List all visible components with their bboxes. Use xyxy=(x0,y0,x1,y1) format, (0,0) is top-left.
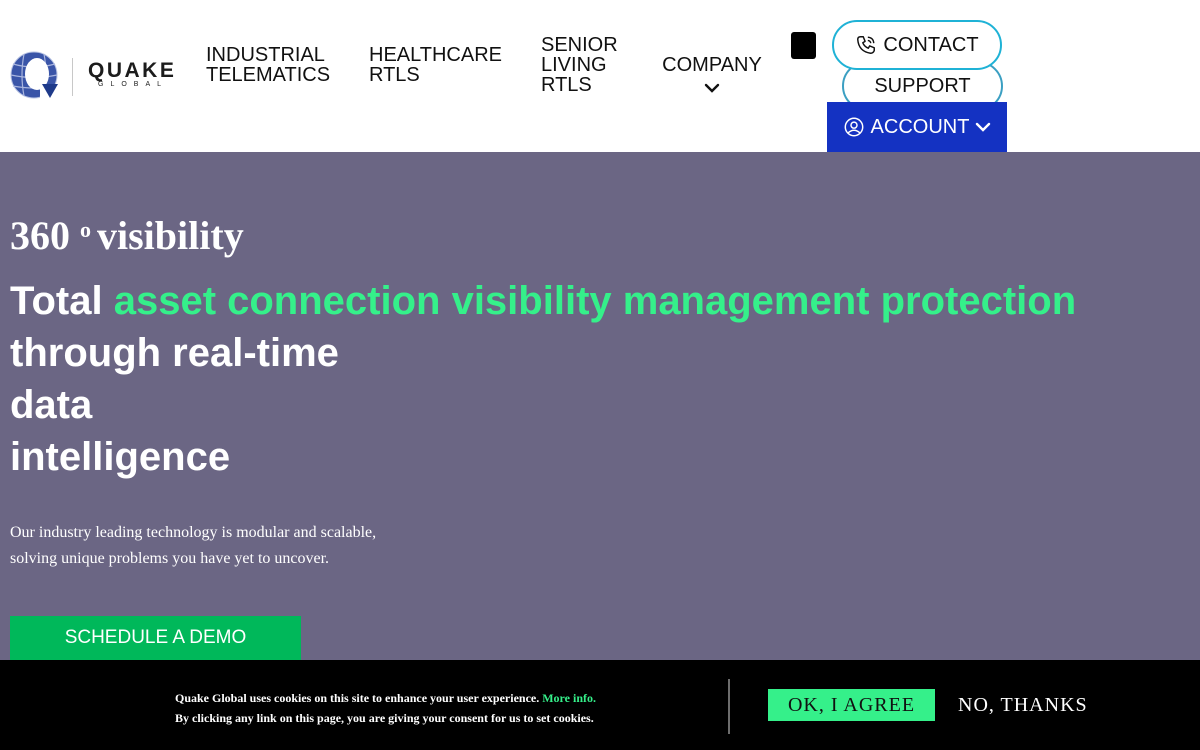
cookie-line-2: By clicking any link on this page, you a… xyxy=(175,711,594,725)
nav-label-line: TELEMATICS xyxy=(206,64,331,86)
nav-company[interactable]: COMPANY xyxy=(662,55,762,95)
nav-label-line: HEALTHCARE xyxy=(369,44,502,66)
nav-label-line: COMPANY xyxy=(662,54,762,76)
brand-name: QUAKE xyxy=(88,59,177,82)
nav-healthcare-rtls[interactable]: HEALTHCARE RTLS xyxy=(369,45,502,85)
nav-label-line: LIVING xyxy=(541,54,607,76)
headline-line-3: data xyxy=(10,383,93,427)
eyebrow-word: visibility xyxy=(97,213,244,258)
nav-label-line: RTLS xyxy=(369,64,420,86)
hero-section: 360 o visibility Total asset connection vi… xyxy=(0,152,1200,660)
chevron-down-icon xyxy=(976,122,991,132)
support-label: SUPPORT xyxy=(874,74,971,97)
user-circle-icon xyxy=(844,117,863,137)
cookie-agree-button[interactable]: OK, I AGREE xyxy=(768,689,935,721)
headline-prefix: Total xyxy=(10,279,103,323)
cookie-message: Quake Global uses cookies on this site t… xyxy=(175,688,596,728)
account-button[interactable]: ACCOUNT xyxy=(827,102,1007,152)
schedule-demo-button[interactable]: SCHEDULE A DEMO xyxy=(10,616,301,660)
phone-icon xyxy=(857,36,876,54)
nav-senior-living-rtls[interactable]: SENIOR LIVING RTLS xyxy=(541,35,618,95)
cookie-decline-button[interactable]: NO, THANKS xyxy=(958,689,1090,721)
headline-line-2: through real-time xyxy=(10,331,339,375)
brand-logo[interactable]: QUAKE GLOBAL xyxy=(10,50,190,102)
description-line-2: solving unique problems you have yet to … xyxy=(10,550,330,567)
headline-accent: asset connection visibility management p… xyxy=(113,279,1077,323)
cookie-divider xyxy=(728,679,730,734)
hero-description: Our industry leading technology is modul… xyxy=(10,520,470,572)
headline-line-1: Total asset connection visibility manage… xyxy=(10,275,1076,327)
contact-button[interactable]: CONTACT xyxy=(832,20,1002,70)
hero-headline: Total asset connection visibility manage… xyxy=(10,275,1076,483)
more-info-link[interactable]: More info. xyxy=(542,691,596,705)
nav-label-line: INDUSTRIAL xyxy=(206,44,325,66)
chevron-down-icon xyxy=(704,83,720,93)
description-line-1: Our industry leading technology is modul… xyxy=(10,524,377,541)
menu-square-button[interactable] xyxy=(791,32,816,59)
cookie-text-1: Quake Global uses cookies on this site t… xyxy=(175,691,540,705)
contact-label: CONTACT xyxy=(883,33,979,56)
nav-label-line: SENIOR xyxy=(541,34,618,56)
site-header: QUAKE GLOBAL INDUSTRIAL TELEMATICS HEALT… xyxy=(0,0,1200,152)
nav-label-line: RTLS xyxy=(541,74,592,96)
nav-industrial-telematics[interactable]: INDUSTRIAL TELEMATICS xyxy=(206,45,330,85)
quake-global-logo-mark xyxy=(10,51,60,100)
headline-line-4: intelligence xyxy=(10,435,231,479)
cookie-consent-bar: Quake Global uses cookies on this site t… xyxy=(0,660,1200,750)
account-label: ACCOUNT xyxy=(870,115,970,138)
logo-divider xyxy=(72,58,73,96)
hero-eyebrow: 360 o visibility xyxy=(10,212,244,259)
cookie-line-1: Quake Global uses cookies on this site t… xyxy=(175,688,596,708)
brand-subname: GLOBAL xyxy=(98,81,169,88)
eyebrow-number: 360 xyxy=(10,213,70,258)
eyebrow-degree: o xyxy=(80,217,91,242)
